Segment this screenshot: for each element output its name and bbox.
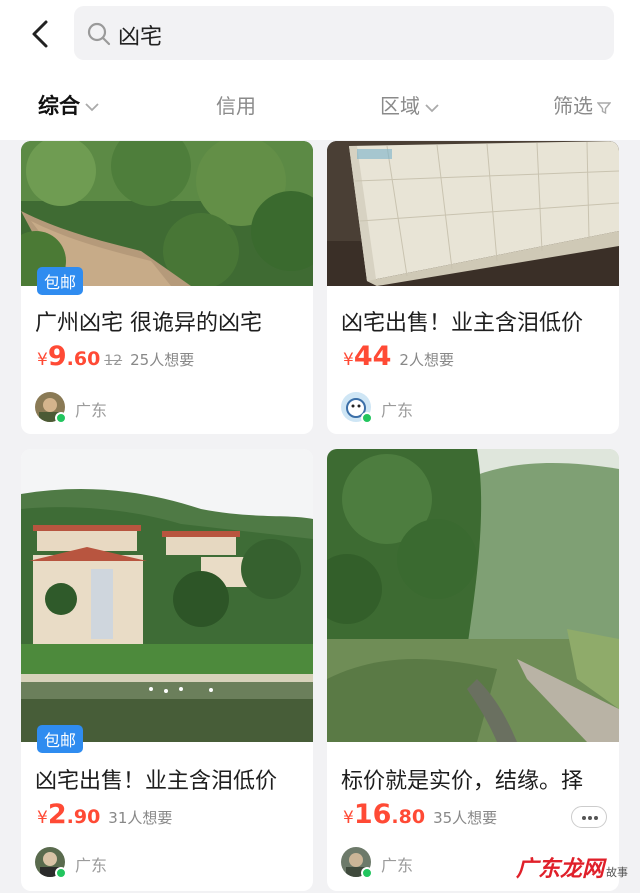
- seller-location: 广东: [381, 401, 414, 420]
- listing-title: 凶宅出售！业主含泪低价: [35, 769, 278, 794]
- tab-filter[interactable]: 筛选: [553, 90, 612, 119]
- seller-location: 广东: [75, 856, 108, 875]
- listing-title: 广州凶宅 很诡异的凶宅: [35, 311, 262, 336]
- tab-label: 筛选: [553, 94, 593, 118]
- tab-label: 信用: [216, 94, 256, 118]
- more-dots-icon[interactable]: [571, 806, 607, 828]
- listing-title: 凶宅出售！业主含泪低价: [341, 311, 584, 336]
- funnel-icon: [596, 101, 612, 114]
- tab-credit[interactable]: 信用: [216, 90, 256, 119]
- watermark-logo: 广东龙网 故事: [516, 851, 628, 883]
- back-chevron-icon[interactable]: [22, 14, 62, 54]
- currency-symbol: ¥: [343, 808, 354, 828]
- seller-location: 广东: [75, 401, 108, 420]
- search-input[interactable]: 凶宅: [74, 6, 614, 60]
- listing-photo: [327, 141, 619, 286]
- listing-card[interactable]: 标价就是实价，结缘。择 ¥16.80 35人想要 广东: [327, 449, 619, 891]
- price-decimal: .60: [66, 348, 101, 370]
- price-row: ¥16.80 35人想要: [343, 799, 497, 830]
- listing-title: 标价就是实价，结缘。择: [341, 769, 584, 794]
- listing-photo: [327, 449, 619, 742]
- filter-tabs: 综合 信用 区域 筛选: [0, 78, 640, 132]
- wants-count: 35人想要: [433, 809, 498, 827]
- wants-count: 25人想要: [130, 351, 195, 369]
- tab-comprehensive[interactable]: 综合: [38, 90, 100, 120]
- price-integer: 44: [353, 341, 392, 372]
- tab-label: 综合: [38, 94, 80, 118]
- listing-photo: [21, 141, 313, 286]
- price-row: ¥44 2人想要: [343, 341, 454, 372]
- search-query-text: 凶宅: [118, 25, 163, 50]
- online-status-dot: [361, 412, 373, 424]
- top-bar: 凶宅 综合 信用 区域 筛选: [0, 0, 640, 140]
- seller-location: 广东: [381, 856, 414, 875]
- watermark-text: 广东龙网: [515, 857, 604, 882]
- price-integer: 2: [47, 799, 67, 830]
- listing-card[interactable]: 凶宅出售！业主含泪低价 ¥44 2人想要 广东: [327, 141, 619, 434]
- online-status-dot: [55, 867, 67, 879]
- price-integer: 16: [353, 799, 392, 830]
- tab-label: 区域: [380, 94, 420, 118]
- search-icon: [87, 22, 111, 46]
- wants-count: 31人想要: [108, 809, 173, 827]
- free-shipping-badge: 包邮: [37, 725, 84, 753]
- watermark-subtext: 故事: [606, 866, 628, 879]
- price-decimal: .80: [391, 806, 426, 828]
- chevron-down-icon: [425, 103, 439, 112]
- price-row: ¥2.90 31人想要: [37, 799, 172, 830]
- currency-symbol: ¥: [37, 808, 48, 828]
- price-integer: 9: [47, 341, 67, 372]
- listing-photo: [21, 449, 313, 742]
- listing-card[interactable]: 包邮 广州凶宅 很诡异的凶宅 ¥9.60 12 25人想要 广东: [21, 141, 313, 434]
- tab-region[interactable]: 区域: [380, 90, 440, 119]
- price-decimal: .90: [66, 806, 101, 828]
- online-status-dot: [361, 867, 373, 879]
- listing-card[interactable]: 包邮 凶宅出售！业主含泪低价 ¥2.90 31人想要 广东: [21, 449, 313, 891]
- wants-count: 2人想要: [399, 351, 454, 369]
- price-row: ¥9.60 12 25人想要: [37, 341, 194, 372]
- online-status-dot: [55, 412, 67, 424]
- original-price: 12: [104, 353, 123, 369]
- chevron-down-icon: [85, 103, 99, 112]
- currency-symbol: ¥: [343, 350, 354, 370]
- free-shipping-badge: 包邮: [37, 267, 84, 295]
- currency-symbol: ¥: [37, 350, 48, 370]
